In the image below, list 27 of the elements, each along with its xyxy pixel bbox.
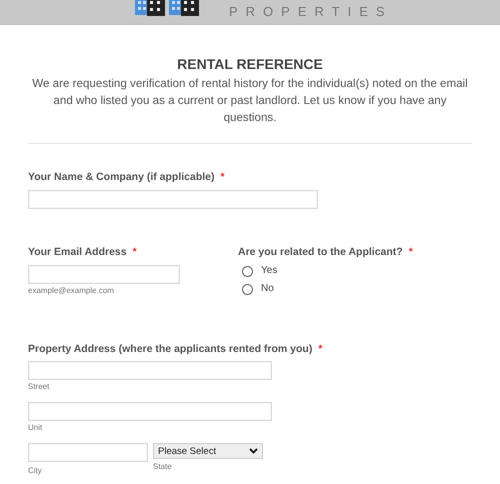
- street-input-field[interactable]: [28, 361, 272, 380]
- name-input-field[interactable]: [28, 190, 318, 209]
- radio-button[interactable]: [242, 266, 253, 277]
- form-description: We are requesting verification of rental history for the individual(s) noted on the email and who listed you as a current or past landlord. Let us know if you have any questions.: [31, 76, 469, 126]
- field-label: Are you related to the Applicant?: [238, 246, 403, 258]
- field-label: Property Address (where the applicants rented from you): [28, 343, 312, 355]
- field-sublabel: Street: [28, 381, 50, 392]
- radio-button[interactable]: [242, 284, 253, 295]
- required-asterisk: *: [220, 171, 225, 183]
- unit-input-field[interactable]: [28, 402, 272, 421]
- option-label: Yes: [261, 264, 278, 276]
- required-asterisk: *: [408, 246, 413, 258]
- field-sublabel: City: [28, 465, 43, 476]
- option-label: No: [261, 282, 274, 294]
- city-input-field[interactable]: [28, 443, 148, 462]
- brand-name: PROPERTIES: [229, 5, 393, 18]
- field-sublabel: State: [153, 461, 173, 472]
- field-sublabel: Unit: [28, 422, 44, 433]
- field-label: Your Name & Company (if applicable): [28, 171, 215, 183]
- email-input-field[interactable]: [28, 265, 180, 284]
- form-title: RENTAL REFERENCE: [176, 55, 324, 73]
- email-hint: example@example.com: [28, 285, 115, 296]
- chevron-down-icon: [249, 448, 258, 454]
- field-label: Your Email Address: [28, 246, 127, 258]
- required-asterisk: *: [318, 343, 322, 355]
- state-dropdown[interactable]: Please Select: [153, 443, 263, 459]
- required-asterisk: *: [132, 246, 137, 258]
